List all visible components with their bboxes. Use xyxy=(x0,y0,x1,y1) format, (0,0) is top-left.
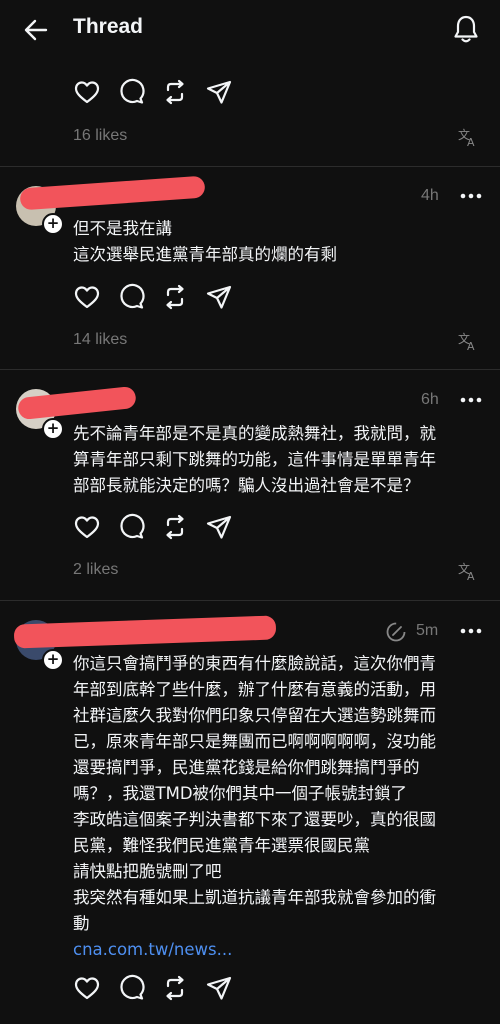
post-line: 嗎？，我還TMD被你們其中一個子帳號封鎖了 xyxy=(73,784,408,803)
post-line: 李政皓這個案子判決書都下來了還要吵，真的很國 xyxy=(73,810,436,829)
post-line: 算青年部只剩下跳舞的功能，這件事情是單單青年 xyxy=(73,450,436,469)
post-text: 你這只會搞鬥爭的東西有什麼臉說話，這次你們青 年部到底幹了些什麼，辦了什麼有意義… xyxy=(73,651,478,963)
timestamp: 4h xyxy=(421,187,439,204)
post-line: 年部到底幹了些什麼，辦了什麼有意義的活動，用 xyxy=(73,680,436,699)
post-actions xyxy=(72,512,234,542)
heart-icon[interactable] xyxy=(72,512,102,542)
post-line: 部部長就能決定的嗎？騙人沒出過社會是不是？ xyxy=(73,476,420,495)
more-options-icon[interactable] xyxy=(460,626,482,636)
post-link[interactable]: cna.com.tw/news... xyxy=(73,937,478,963)
edited-icon xyxy=(386,622,406,642)
post-text: 但不是我在講 這次選舉民進黨青年部真的爛的有剩 xyxy=(73,216,478,268)
likes-count[interactable]: 2 likes xyxy=(73,561,118,579)
follow-plus-icon[interactable]: + xyxy=(42,649,64,671)
translate-icon[interactable]: 文A xyxy=(458,331,478,351)
comment-icon[interactable] xyxy=(116,973,146,1003)
back-arrow-icon[interactable] xyxy=(22,16,50,44)
share-icon[interactable] xyxy=(204,512,234,542)
post-line: 你這只會搞鬥爭的東西有什麼臉說話，這次你們青 xyxy=(73,654,436,673)
repost-icon[interactable] xyxy=(160,77,190,107)
share-icon[interactable] xyxy=(204,77,234,107)
svg-text:A: A xyxy=(467,570,475,581)
repost-icon[interactable] xyxy=(160,973,190,1003)
top-bar: Thread xyxy=(0,0,500,60)
post-line: 我突然有種如果上凱道抗議青年部我就會參加的衝 xyxy=(73,888,436,907)
heart-icon[interactable] xyxy=(72,77,102,107)
page-title: Thread xyxy=(73,15,144,38)
post-actions xyxy=(72,973,234,1003)
likes-count[interactable]: 14 likes xyxy=(73,331,127,349)
post-actions xyxy=(72,282,234,312)
share-icon[interactable] xyxy=(204,282,234,312)
post-line: 還要搞鬥爭，民進黨花錢是給你們跳舞搞鬥爭的 xyxy=(73,758,420,777)
follow-plus-icon[interactable]: + xyxy=(42,213,64,235)
post-line: 這次選舉民進黨青年部真的爛的有剩 xyxy=(73,245,337,264)
divider xyxy=(0,369,500,370)
more-options-icon[interactable] xyxy=(460,191,482,201)
redaction-scribble xyxy=(19,175,206,211)
post-line: 已，原來青年部只是舞團而已啊啊啊啊啊，沒功能 xyxy=(73,732,436,751)
post-line: 先不論青年部是不是真的變成熱舞社，我就問，就 xyxy=(73,424,436,443)
more-options-icon[interactable] xyxy=(460,395,482,405)
post-line: 社群這麼久我對你們印象只停留在大選造勢跳舞而 xyxy=(73,706,436,725)
timestamp: 5m xyxy=(416,622,439,639)
repost-icon[interactable] xyxy=(160,512,190,542)
svg-text:A: A xyxy=(467,340,475,351)
divider xyxy=(0,600,500,601)
post-line: 請快點把脆號刪了吧 xyxy=(73,862,222,881)
comment-icon[interactable] xyxy=(116,282,146,312)
post-line: 動 xyxy=(73,914,90,933)
post-actions xyxy=(72,77,234,107)
comment-icon[interactable] xyxy=(116,77,146,107)
follow-plus-icon[interactable]: + xyxy=(42,418,64,440)
heart-icon[interactable] xyxy=(72,282,102,312)
repost-icon[interactable] xyxy=(160,282,190,312)
translate-icon[interactable]: 文A xyxy=(458,561,478,581)
share-icon[interactable] xyxy=(204,973,234,1003)
post-line: 但不是我在講 xyxy=(73,219,172,238)
timestamp: 6h xyxy=(421,391,439,408)
comment-icon[interactable] xyxy=(116,512,146,542)
translate-icon[interactable]: 文A xyxy=(458,127,478,147)
redaction-scribble xyxy=(13,615,277,649)
svg-text:A: A xyxy=(467,136,475,147)
post-line: 民黨，難怪我們民進黨青年選票很國民黨 xyxy=(73,836,370,855)
divider xyxy=(0,166,500,167)
likes-count[interactable]: 16 likes xyxy=(73,127,127,145)
heart-icon[interactable] xyxy=(72,973,102,1003)
bell-icon[interactable] xyxy=(452,14,480,44)
post-text: 先不論青年部是不是真的變成熱舞社，我就問，就 算青年部只剩下跳舞的功能，這件事情… xyxy=(73,421,478,499)
